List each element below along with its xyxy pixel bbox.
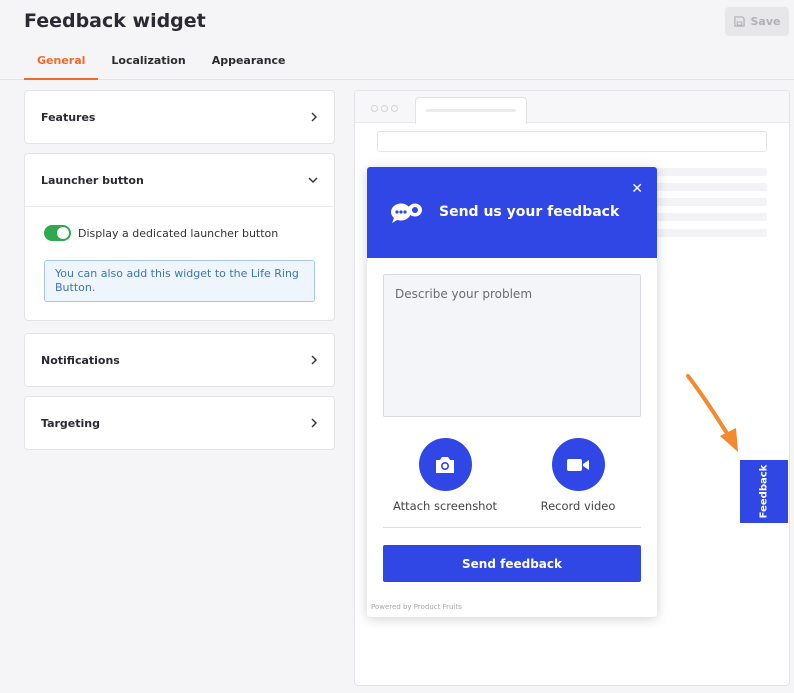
chevron-down-icon	[308, 177, 318, 183]
launcher-toggle[interactable]	[44, 225, 71, 241]
feedback-textarea[interactable]: Describe your problem	[383, 274, 641, 417]
record-video-circle[interactable]	[551, 438, 605, 491]
feedback-widget: Send us your feedback ✕ Describe your pr…	[367, 167, 657, 617]
attach-screenshot-circle[interactable]	[418, 438, 472, 491]
notifications-section: Notifications	[24, 333, 335, 387]
camera-icon	[436, 456, 454, 473]
targeting-header[interactable]: Targeting	[25, 397, 334, 449]
save-icon	[733, 16, 745, 27]
tab-localization[interactable]: Localization	[98, 54, 198, 80]
send-feedback-button[interactable]: Send feedback	[383, 545, 641, 582]
page-header: Feedback widget Save General Localizatio…	[0, 0, 794, 80]
powered-by-text: Powered by Product Fruits	[371, 603, 462, 611]
mock-content-line	[655, 183, 767, 191]
mock-content-line	[655, 213, 767, 221]
features-section: Features	[24, 90, 335, 144]
browser-dot	[391, 105, 398, 112]
launcher-header[interactable]: Launcher button	[25, 154, 334, 206]
mock-url-bar	[377, 131, 767, 152]
chevron-right-icon	[311, 355, 317, 365]
launcher-title: Launcher button	[41, 173, 144, 187]
chevron-right-icon	[311, 112, 317, 122]
save-button-label: Save	[750, 15, 781, 28]
mock-content-line	[655, 168, 767, 176]
launcher-toggle-row: Display a dedicated launcher button	[44, 225, 315, 241]
attach-screenshot-label: Attach screenshot	[392, 499, 498, 513]
mock-browser-tab	[415, 97, 527, 124]
attach-screenshot-button[interactable]: Attach screenshot	[385, 438, 505, 513]
notifications-header[interactable]: Notifications	[25, 334, 334, 386]
video-camera-icon	[567, 458, 589, 471]
chat-bubbles-icon	[391, 203, 422, 223]
targeting-title: Targeting	[41, 416, 101, 430]
settings-tabs: General Localization Appearance	[24, 54, 299, 80]
mock-content-line	[655, 198, 767, 206]
launcher-body: Display a dedicated launcher button You …	[25, 206, 334, 320]
mock-browser-bar	[355, 91, 789, 124]
tab-appearance[interactable]: Appearance	[199, 54, 299, 80]
launcher-toggle-label: Display a dedicated launcher button	[78, 226, 279, 240]
record-video-label: Record video	[540, 499, 616, 513]
tab-general[interactable]: General	[24, 54, 99, 80]
targeting-section: Targeting	[24, 396, 335, 450]
widget-divider	[383, 527, 641, 528]
close-icon[interactable]: ✕	[631, 181, 643, 197]
arrow-icon	[686, 374, 738, 452]
features-title: Features	[41, 110, 96, 124]
launcher-info-box: You can also add this widget to the Life…	[44, 260, 315, 302]
chevron-right-icon	[311, 418, 317, 428]
widget-title: Send us your feedback	[439, 204, 620, 220]
page-title: Feedback widget	[24, 10, 206, 32]
features-header[interactable]: Features	[25, 91, 334, 143]
launcher-section: Launcher button Display a dedicated laun…	[24, 153, 335, 321]
mock-content-line	[655, 229, 767, 237]
browser-dot	[371, 105, 378, 112]
feedback-launcher-button[interactable]: Feedback	[740, 460, 788, 523]
feedback-launcher-label: Feedback	[758, 464, 770, 519]
browser-dot	[381, 105, 388, 112]
widget-header: Send us your feedback ✕	[367, 167, 657, 258]
save-button[interactable]: Save	[725, 7, 789, 36]
notifications-title: Notifications	[41, 353, 120, 367]
record-video-button[interactable]: Record video	[518, 438, 638, 513]
